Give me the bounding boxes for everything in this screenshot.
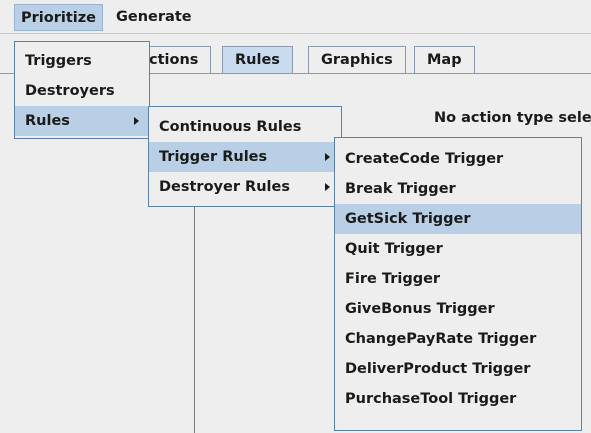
menu-item-changepayrate-trigger[interactable]: ChangePayRate Trigger xyxy=(335,324,581,354)
status-message: No action type sele xyxy=(434,110,591,126)
menu-item-fire-trigger[interactable]: Fire Trigger xyxy=(335,264,581,294)
menu-item-givebonus-trigger[interactable]: GiveBonus Trigger xyxy=(335,294,581,324)
prioritize-menu: Triggers Destroyers Rules xyxy=(14,41,150,139)
menu-item-createcode-trigger[interactable]: CreateCode Trigger xyxy=(335,144,581,174)
trigger-rules-submenu: CreateCode Trigger Break Trigger GetSick… xyxy=(334,137,582,431)
menu-item-destroyer-rules[interactable]: Destroyer Rules xyxy=(149,172,341,202)
submenu-arrow-icon xyxy=(325,153,330,161)
menu-item-quit-trigger[interactable]: Quit Trigger xyxy=(335,234,581,264)
menu-bar: Prioritize Generate xyxy=(0,0,591,34)
menu-item-destroyer-rules-label: Destroyer Rules xyxy=(159,179,290,195)
menu-item-trigger-rules[interactable]: Trigger Rules xyxy=(149,142,341,172)
menu-item-rules[interactable]: Rules xyxy=(15,106,149,136)
menu-item-deliverproduct-trigger[interactable]: DeliverProduct Trigger xyxy=(335,354,581,384)
rules-submenu: Continuous Rules Trigger Rules Destroyer… xyxy=(148,106,342,207)
menu-prioritize[interactable]: Prioritize xyxy=(14,4,104,31)
menu-item-triggers[interactable]: Triggers xyxy=(15,46,149,76)
menu-item-purchasetool-trigger[interactable]: PurchaseTool Trigger xyxy=(335,384,581,414)
menu-item-destroyers[interactable]: Destroyers xyxy=(15,76,149,106)
menu-item-trigger-rules-label: Trigger Rules xyxy=(159,149,268,165)
menu-item-getsick-trigger[interactable]: GetSick Trigger xyxy=(335,204,581,234)
menu-item-rules-label: Rules xyxy=(25,113,70,129)
tab-graphics[interactable]: Graphics xyxy=(308,46,406,74)
tab-rules[interactable]: Rules xyxy=(222,46,293,74)
menu-item-break-trigger[interactable]: Break Trigger xyxy=(335,174,581,204)
tab-map[interactable]: Map xyxy=(414,46,475,74)
menu-generate[interactable]: Generate xyxy=(110,4,198,31)
submenu-arrow-icon xyxy=(325,183,330,191)
submenu-arrow-icon xyxy=(134,117,139,125)
menu-item-continuous-rules[interactable]: Continuous Rules xyxy=(149,112,341,142)
